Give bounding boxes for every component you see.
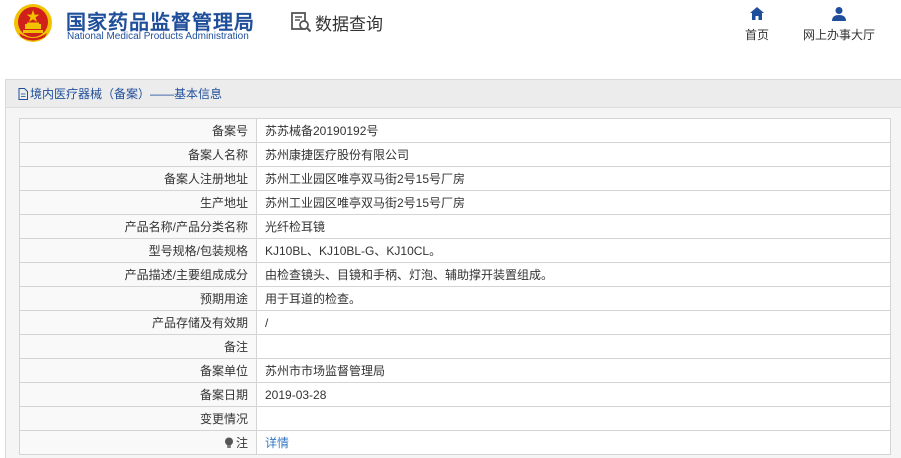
table-row: 备案单位 苏州市市场监督管理局 bbox=[19, 358, 891, 383]
field-value: 光纤检耳镜 bbox=[256, 214, 891, 239]
field-label: 备案人注册地址 bbox=[19, 166, 257, 191]
table-row: 产品名称/产品分类名称 光纤检耳镜 bbox=[19, 214, 891, 239]
field-label: 备案人名称 bbox=[19, 142, 257, 167]
note-label: 注 bbox=[235, 436, 248, 450]
field-label: 型号规格/包装规格 bbox=[19, 238, 257, 263]
note-label-cell: 注 bbox=[19, 430, 257, 455]
field-label: 备案单位 bbox=[19, 358, 257, 383]
table-row: 预期用途 用于耳道的检查。 bbox=[19, 286, 891, 311]
table-row: 备案人注册地址 苏州工业园区唯亭双马街2号15号厂房 bbox=[19, 166, 891, 191]
data-query-label: 数据查询 bbox=[315, 14, 383, 34]
field-label: 产品描述/主要组成成分 bbox=[19, 262, 257, 287]
field-label: 产品存储及有效期 bbox=[19, 310, 257, 335]
field-value: / bbox=[256, 310, 891, 335]
document-icon bbox=[18, 87, 28, 100]
detail-panel: 境内医疗器械（备案）——基本信息 备案号 苏苏械备20190192号 备案人名称 苏州… bbox=[5, 79, 901, 458]
field-value bbox=[256, 406, 891, 431]
field-value: 苏州市市场监督管理局 bbox=[256, 358, 891, 383]
nav-home[interactable]: 首页 bbox=[745, 6, 769, 43]
nav-online-hall[interactable]: 网上办事大厅 bbox=[803, 6, 875, 43]
table-row: 变更情况 bbox=[19, 406, 891, 431]
field-value: 苏苏械备20190192号 bbox=[256, 118, 891, 143]
data-query-title: 数据查询 bbox=[290, 8, 383, 36]
field-value: 用于耳道的检查。 bbox=[256, 286, 891, 311]
home-icon bbox=[750, 7, 764, 20]
user-icon bbox=[832, 7, 846, 21]
field-label: 备注 bbox=[19, 334, 257, 359]
record-table: 备案号 苏苏械备20190192号 备案人名称 苏州康捷医疗股份有限公司 备案人注册地址… bbox=[19, 118, 891, 455]
table-row: 生产地址 苏州工业园区唯亭双马街2号15号厂房 bbox=[19, 190, 891, 215]
table-row: 注 详情 bbox=[19, 430, 891, 455]
org-name-en: National Medical Products Administration bbox=[67, 31, 249, 42]
field-label: 变更情况 bbox=[19, 406, 257, 431]
field-label: 备案日期 bbox=[19, 382, 257, 407]
lightbulb-icon bbox=[224, 437, 233, 448]
field-label: 产品名称/产品分类名称 bbox=[19, 214, 257, 239]
table-row: 备案号 苏苏械备20190192号 bbox=[19, 118, 891, 143]
field-value bbox=[256, 334, 891, 359]
nav-online-hall-label: 网上办事大厅 bbox=[803, 28, 876, 42]
panel-title: 境内医疗器械（备案）——基本信息 bbox=[30, 87, 223, 101]
field-value: 2019-03-28 bbox=[256, 382, 891, 407]
field-label: 预期用途 bbox=[19, 286, 257, 311]
nav-home-label: 首页 bbox=[745, 28, 770, 42]
field-label: 备案号 bbox=[19, 118, 257, 143]
note-value-cell: 详情 bbox=[256, 430, 891, 455]
table-row: 备案日期 2019-03-28 bbox=[19, 382, 891, 407]
search-document-icon bbox=[291, 12, 312, 33]
table-row: 备案人名称 苏州康捷医疗股份有限公司 bbox=[19, 142, 891, 167]
table-row: 产品存储及有效期 / bbox=[19, 310, 891, 335]
field-value: KJ10BL、KJ10BL-G、KJ10CL。 bbox=[256, 238, 891, 263]
field-label: 生产地址 bbox=[19, 190, 257, 215]
field-value: 苏州康捷医疗股份有限公司 bbox=[256, 142, 891, 167]
field-value: 苏州工业园区唯亭双马街2号15号厂房 bbox=[256, 166, 891, 191]
panel-header: 境内医疗器械（备案）——基本信息 bbox=[6, 80, 901, 108]
site-header: 国家药品监督管理局 National Medical Products Admi… bbox=[0, 0, 901, 66]
field-value: 由检查镜头、目镜和手柄、灯泡、辅助撑开装置组成。 bbox=[256, 262, 891, 287]
table-row: 型号规格/包装规格 KJ10BL、KJ10BL-G、KJ10CL。 bbox=[19, 238, 891, 263]
details-link[interactable]: 详情 bbox=[265, 436, 289, 450]
table-row: 产品描述/主要组成成分 由检查镜头、目镜和手柄、灯泡、辅助撑开装置组成。 bbox=[19, 262, 891, 287]
table-row: 备注 bbox=[19, 334, 891, 359]
field-value: 苏州工业园区唯亭双马街2号15号厂房 bbox=[256, 190, 891, 215]
national-emblem-icon bbox=[14, 4, 52, 42]
